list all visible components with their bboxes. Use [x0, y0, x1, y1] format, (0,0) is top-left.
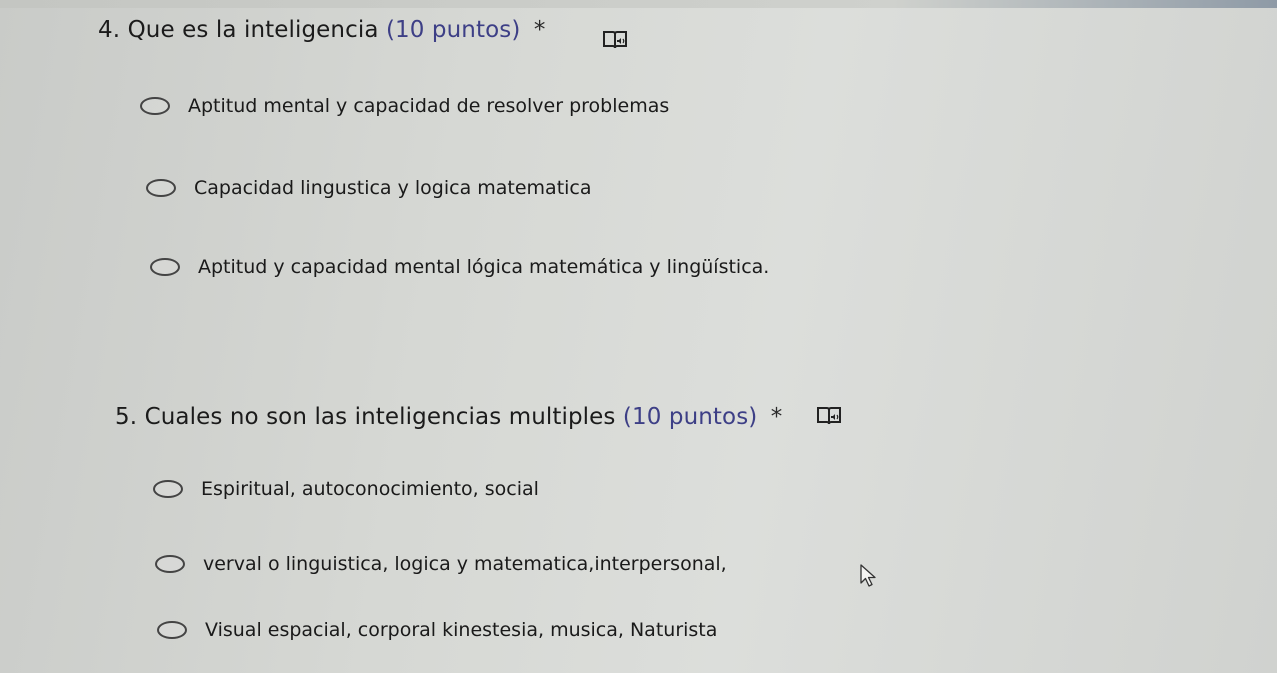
- question-5-option-1[interactable]: Espiritual, autoconocimiento, social: [153, 478, 539, 500]
- pointer-cursor-icon: [860, 564, 876, 587]
- immersive-reader-icon[interactable]: [602, 29, 628, 51]
- radio-button[interactable]: [157, 621, 187, 639]
- immersive-reader-icon[interactable]: [816, 405, 842, 427]
- top-edge: [0, 0, 1277, 8]
- option-label: Capacidad lingustica y logica matematica: [194, 177, 592, 199]
- option-label: Visual espacial, corporal kinestesia, mu…: [205, 619, 718, 641]
- question-4-option-1[interactable]: Aptitud mental y capacidad de resolver p…: [140, 95, 669, 117]
- question-4-option-3[interactable]: Aptitud y capacidad mental lógica matemá…: [150, 256, 769, 278]
- question-4-option-2[interactable]: Capacidad lingustica y logica matematica: [146, 177, 592, 199]
- question-5-points: (10 puntos): [622, 404, 758, 430]
- question-4-required-mark: *: [533, 17, 546, 43]
- question-5-option-3[interactable]: Visual espacial, corporal kinestesia, mu…: [157, 619, 717, 641]
- option-label: Aptitud mental y capacidad de resolver p…: [188, 95, 670, 117]
- question-4-points: (10 puntos): [385, 17, 521, 43]
- radio-button[interactable]: [155, 555, 185, 573]
- option-label: Espiritual, autoconocimiento, social: [201, 478, 539, 500]
- question-5-title: 5. Cuales no son las inteligencias multi…: [115, 404, 782, 430]
- option-label: Aptitud y capacidad mental lógica matemá…: [198, 256, 770, 278]
- question-5-text: Cuales no son las inteligencias multiple…: [144, 404, 616, 430]
- question-4-title: 4. Que es la inteligencia (10 puntos) *: [98, 17, 545, 43]
- radio-button[interactable]: [146, 179, 176, 197]
- question-5-number: 5.: [115, 404, 138, 430]
- question-4-text: Que es la inteligencia: [127, 17, 379, 43]
- question-5-option-2[interactable]: verval o linguistica, logica y matematic…: [155, 553, 727, 575]
- question-4-number: 4.: [98, 17, 121, 43]
- option-label: verval o linguistica, logica y matematic…: [203, 553, 727, 575]
- radio-button[interactable]: [150, 258, 180, 276]
- question-5-required-mark: *: [770, 404, 783, 430]
- radio-button[interactable]: [140, 97, 170, 115]
- radio-button[interactable]: [153, 480, 183, 498]
